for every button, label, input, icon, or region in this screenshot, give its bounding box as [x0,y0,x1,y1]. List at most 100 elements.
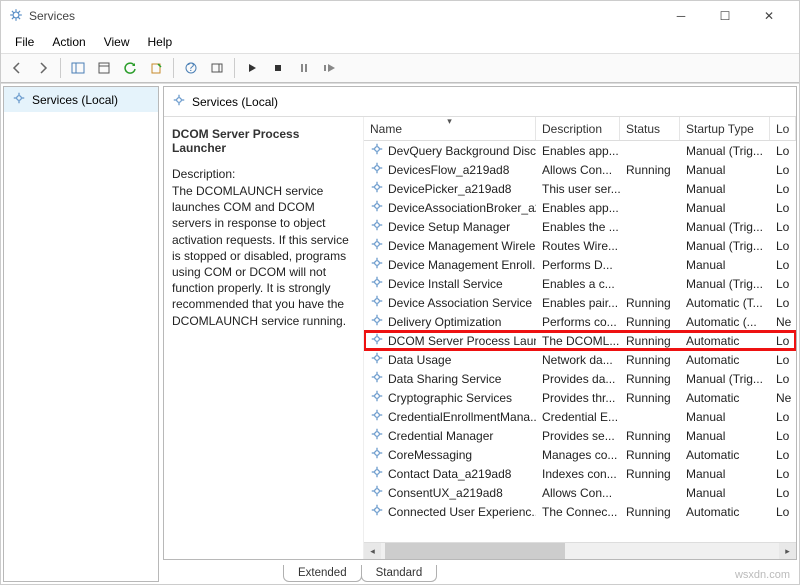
horizontal-scrollbar[interactable]: ◂ ▸ [364,542,796,559]
column-status[interactable]: Status [620,117,680,140]
column-startup-type[interactable]: Startup Type [680,117,770,140]
cell-startup: Automatic (... [680,315,770,329]
cell-name: CredentialEnrollmentMana... [364,408,536,425]
service-row[interactable]: DevicePicker_a219ad8This user ser...Manu… [364,179,796,198]
cell-name: CoreMessaging [364,446,536,463]
service-row[interactable]: Credential ManagerProvides se...RunningM… [364,426,796,445]
service-row[interactable]: ConsentUX_a219ad8Allows Con...ManualLo [364,483,796,502]
refresh-button[interactable] [118,56,142,80]
service-row[interactable]: DevicesFlow_a219ad8Allows Con...RunningM… [364,160,796,179]
cell-logon: Lo [770,163,796,177]
cell-startup: Manual (Trig... [680,372,770,386]
cell-logon: Lo [770,201,796,215]
service-icon [370,408,384,425]
show-hide-tree-button[interactable] [66,56,90,80]
menu-file[interactable]: File [7,33,42,51]
cell-startup: Manual [680,258,770,272]
service-row[interactable]: CoreMessagingManages co...RunningAutomat… [364,445,796,464]
menu-help[interactable]: Help [140,33,181,51]
service-row[interactable]: Device Association ServiceEnables pair..… [364,293,796,312]
menubar: File Action View Help [1,31,799,53]
column-description[interactable]: Description [536,117,620,140]
menu-action[interactable]: Action [44,33,93,51]
back-button[interactable] [5,56,29,80]
service-row[interactable]: Data Sharing ServiceProvides da...Runnin… [364,369,796,388]
service-icon [370,332,384,349]
minimize-button[interactable]: ─ [659,2,703,30]
service-row[interactable]: Cryptographic ServicesProvides thr...Run… [364,388,796,407]
cell-name: Device Setup Manager [364,218,536,235]
action-pane-button[interactable] [205,56,229,80]
service-icon [370,427,384,444]
tab-standard[interactable]: Standard [361,565,438,582]
service-rows[interactable]: DevQuery Background Disc...Enables app..… [364,141,796,542]
service-icon [370,199,384,216]
tree-pane[interactable]: Services (Local) [3,86,159,582]
properties-button[interactable] [92,56,116,80]
restart-service-button[interactable] [318,56,342,80]
service-icon [370,142,384,159]
service-row[interactable]: Data UsageNetwork da...RunningAutomaticL… [364,350,796,369]
svg-text:?: ? [188,61,195,74]
service-row[interactable]: DevQuery Background Disc...Enables app..… [364,141,796,160]
scroll-right-icon[interactable]: ▸ [779,543,796,559]
service-row[interactable]: DCOM Server Process Laun...The DCOML...R… [364,331,796,350]
service-icon [370,161,384,178]
window-title: Services [29,9,659,23]
service-row[interactable]: Connected User Experienc...The Connec...… [364,502,796,521]
column-name[interactable]: Name▾ [364,117,536,140]
scroll-left-icon[interactable]: ◂ [364,543,381,559]
cell-logon: Lo [770,258,796,272]
cell-status: Running [620,296,680,310]
service-row[interactable]: CredentialEnrollmentMana...Credential E.… [364,407,796,426]
cell-logon: Lo [770,239,796,253]
sort-desc-icon: ▾ [447,117,452,127]
cell-description: Performs co... [536,315,620,329]
tree-item-label: Services (Local) [32,93,118,107]
watermark: wsxdn.com [735,569,790,581]
pause-service-button[interactable] [292,56,316,80]
cell-startup: Manual [680,429,770,443]
tree-item-services-local[interactable]: Services (Local) [4,87,158,112]
cell-startup: Manual [680,182,770,196]
start-service-button[interactable] [240,56,264,80]
right-body: DCOM Server Process Launcher Description… [164,117,796,559]
cell-logon: Lo [770,486,796,500]
right-pane: Services (Local) DCOM Server Process Lau… [163,86,797,582]
forward-button[interactable] [31,56,55,80]
service-row[interactable]: Device Setup ManagerEnables the ...Manua… [364,217,796,236]
service-row[interactable]: Device Management Enroll...Performs D...… [364,255,796,274]
scroll-thumb[interactable] [385,543,565,559]
help-button[interactable]: ? [179,56,203,80]
cell-name: Contact Data_a219ad8 [364,465,536,482]
cell-status: Running [620,334,680,348]
titlebar[interactable]: Services ─ ☐ ✕ [1,1,799,31]
service-row[interactable]: Device Install ServiceEnables a c...Manu… [364,274,796,293]
detail-pane: DCOM Server Process Launcher Description… [164,117,364,559]
cell-name: DevicesFlow_a219ad8 [364,161,536,178]
cell-description: Performs D... [536,258,620,272]
menu-view[interactable]: View [96,33,138,51]
cell-description: Provides da... [536,372,620,386]
close-button[interactable]: ✕ [747,2,791,30]
cell-description: Enables pair... [536,296,620,310]
export-button[interactable] [144,56,168,80]
service-icon [370,218,384,235]
stop-service-button[interactable] [266,56,290,80]
view-tabs: Extended Standard [163,560,797,582]
maximize-button[interactable]: ☐ [703,2,747,30]
column-logon[interactable]: Lo [770,117,796,140]
service-row[interactable]: Contact Data_a219ad8Indexes con...Runnin… [364,464,796,483]
description-text: The DCOMLAUNCH service launches COM and … [172,183,355,329]
cell-status: Running [620,448,680,462]
tab-extended[interactable]: Extended [283,565,362,582]
cell-startup: Automatic [680,334,770,348]
description-label: Description: [172,167,355,181]
cell-logon: Ne [770,391,796,405]
service-row[interactable]: DeviceAssociationBroker_a2...Enables app… [364,198,796,217]
cell-status: Running [620,353,680,367]
service-row[interactable]: Delivery OptimizationPerforms co...Runni… [364,312,796,331]
service-row[interactable]: Device Management Wirele...Routes Wire..… [364,236,796,255]
cell-name: Device Management Enroll... [364,256,536,273]
cell-description: Enables the ... [536,220,620,234]
